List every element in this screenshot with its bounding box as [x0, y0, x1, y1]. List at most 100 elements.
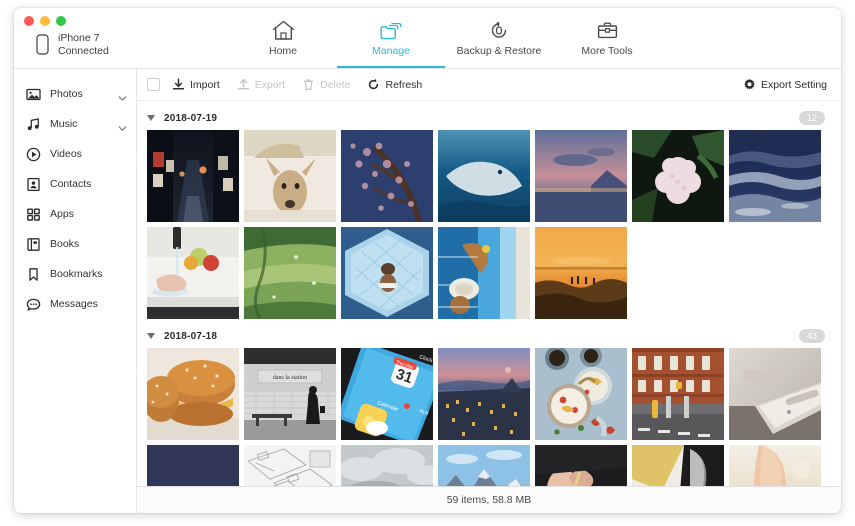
contacts-icon	[26, 177, 41, 192]
refresh-icon	[367, 78, 380, 91]
window-body: Photos Music Videos Contacts Apps Books …	[14, 69, 841, 513]
sidebar-item-music-label: Music	[50, 118, 78, 130]
video-icon	[26, 147, 41, 162]
import-button-label: Import	[190, 78, 220, 91]
select-all-checkbox[interactable]	[147, 78, 160, 91]
photo-thumbnail[interactable]	[535, 227, 627, 319]
books-icon	[26, 237, 41, 252]
sidebar-item-contacts[interactable]: Contacts	[14, 169, 136, 199]
import-button[interactable]: Import	[172, 78, 220, 91]
photo-group-count-badge: 43	[799, 329, 825, 343]
photo-thumbnail[interactable]	[438, 227, 530, 319]
photo-thumbnail[interactable]	[147, 348, 239, 440]
photo-thumbnail[interactable]	[535, 445, 627, 486]
delete-button[interactable]: Delete	[302, 78, 350, 91]
photo-thumbnail[interactable]	[244, 445, 336, 486]
photo-thumbnail[interactable]: dans la station	[244, 348, 336, 440]
sidebar-item-books[interactable]: Books	[14, 229, 136, 259]
sidebar-item-photos[interactable]: Photos	[14, 79, 136, 109]
photo-group-date: 2018-07-18	[164, 330, 218, 342]
sidebar-item-contacts-label: Contacts	[50, 178, 92, 190]
home-icon	[272, 19, 295, 41]
photo-thumbnail[interactable]	[341, 445, 433, 486]
main-nav-tabs: Home Manage Backup & Restore More Tools	[229, 8, 661, 68]
photo-thumbnail[interactable]	[535, 130, 627, 222]
photo-grid-group-1	[147, 130, 841, 319]
apps-icon	[26, 207, 41, 222]
photo-group-header: 2018-07-19 12	[147, 106, 841, 130]
device-info: iPhone 7 Connected	[36, 32, 109, 57]
iphone-icon	[36, 34, 49, 55]
tab-home[interactable]: Home	[229, 8, 337, 68]
sidebar: Photos Music Videos Contacts Apps Books …	[14, 69, 137, 513]
music-icon	[26, 117, 41, 132]
tab-home-label: Home	[268, 45, 297, 57]
import-icon	[172, 78, 185, 91]
device-name: iPhone 7	[58, 32, 100, 44]
chevron-down-icon[interactable]	[118, 90, 127, 101]
close-window-button[interactable]	[24, 16, 34, 26]
photo-thumbnail[interactable]	[147, 445, 239, 486]
status-text: 59 items, 58.8 MB	[446, 494, 532, 506]
photo-thumbnail[interactable]	[729, 445, 821, 486]
sidebar-item-videos[interactable]: Videos	[14, 139, 136, 169]
content-toolbar: Import Export Delete Refresh Export Sett…	[137, 69, 841, 101]
sidebar-item-apps[interactable]: Apps	[14, 199, 136, 229]
minimize-window-button[interactable]	[40, 16, 50, 26]
sidebar-item-photos-label: Photos	[50, 88, 83, 100]
photo-thumbnail[interactable]	[632, 130, 724, 222]
photo-group-count-badge: 12	[799, 111, 825, 125]
gear-icon	[743, 78, 756, 91]
delete-button-label: Delete	[320, 78, 351, 91]
photo-thumbnail[interactable]	[729, 130, 821, 222]
scrollbar-thumb[interactable]	[834, 105, 839, 256]
refresh-button-label: Refresh	[385, 78, 423, 91]
photo-thumbnail[interactable]	[341, 227, 433, 319]
tab-manage-label: Manage	[372, 45, 410, 57]
tab-more-tools-label: More Tools	[581, 45, 633, 57]
toolbox-icon	[596, 19, 619, 41]
tab-more-tools[interactable]: More Tools	[553, 8, 661, 68]
photo-thumbnail[interactable]	[341, 130, 433, 222]
tab-backup-restore-label: Backup & Restore	[456, 45, 542, 57]
collapse-arrow-icon[interactable]	[147, 115, 155, 121]
export-icon	[237, 78, 250, 91]
photo-thumbnail[interactable]	[244, 227, 336, 319]
device-status: Connected	[58, 44, 109, 57]
photo-thumbnail[interactable]	[244, 130, 336, 222]
tab-backup-restore[interactable]: Backup & Restore	[445, 8, 553, 68]
export-button[interactable]: Export	[237, 78, 285, 91]
sidebar-item-messages[interactable]: Messages	[14, 289, 136, 319]
photo-thumbnail[interactable]	[147, 130, 239, 222]
photo-grid-scroll-area[interactable]: 2018-07-19 12 2018-07-18 43 dans la stat…	[137, 101, 841, 486]
app-window: iPhone 7 Connected Home Manage Backup & …	[14, 8, 841, 513]
message-icon	[26, 297, 41, 312]
title-bar: iPhone 7 Connected Home Manage Backup & …	[14, 8, 841, 69]
photo-thumbnail[interactable]	[535, 348, 627, 440]
photo-thumbnail[interactable]: 31 Thursday Clock Calendar Auti	[341, 348, 433, 440]
sidebar-item-videos-label: Videos	[50, 148, 82, 160]
photo-thumbnail[interactable]	[438, 130, 530, 222]
chevron-down-icon[interactable]	[118, 120, 127, 131]
maximize-window-button[interactable]	[56, 16, 66, 26]
photo-thumbnail[interactable]	[632, 445, 724, 486]
export-button-label: Export	[254, 78, 286, 91]
photo-thumbnail[interactable]	[438, 348, 530, 440]
sidebar-item-messages-label: Messages	[50, 298, 98, 310]
collapse-arrow-icon[interactable]	[147, 333, 155, 339]
refresh-button[interactable]: Refresh	[367, 78, 422, 91]
sidebar-item-books-label: Books	[50, 238, 80, 250]
photo-icon	[26, 87, 41, 102]
sidebar-item-music[interactable]: Music	[14, 109, 136, 139]
vertical-scrollbar[interactable]	[834, 105, 839, 483]
sidebar-item-apps-label: Apps	[50, 208, 74, 220]
app-root: iPhone 7 Connected Home Manage Backup & …	[0, 0, 855, 526]
photo-thumbnail[interactable]	[729, 348, 821, 440]
tab-manage[interactable]: Manage	[337, 8, 445, 68]
export-setting-button[interactable]: Export Setting	[743, 78, 827, 91]
sidebar-item-bookmarks[interactable]: Bookmarks	[14, 259, 136, 289]
photo-thumbnail[interactable]	[632, 348, 724, 440]
sidebar-item-bookmarks-label: Bookmarks	[50, 268, 103, 280]
photo-thumbnail[interactable]	[438, 445, 530, 486]
photo-thumbnail[interactable]	[147, 227, 239, 319]
